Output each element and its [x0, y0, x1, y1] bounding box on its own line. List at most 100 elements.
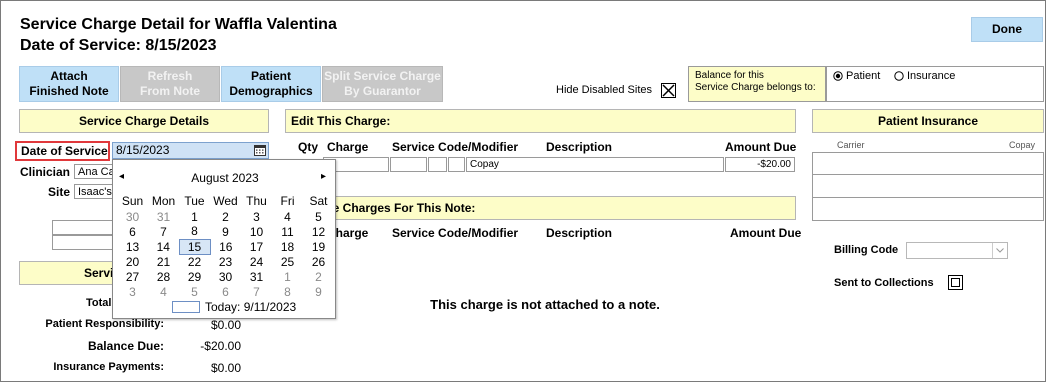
sent-to-collections-checkbox[interactable]: [948, 275, 963, 290]
note-charges-header: ce Charges For This Note:: [285, 196, 796, 220]
calendar-day[interactable]: 18: [272, 239, 303, 254]
calendar-day[interactable]: 2: [303, 269, 334, 284]
calendar-icon[interactable]: [252, 143, 267, 157]
weekday: Tue: [184, 194, 205, 208]
calendar-day[interactable]: 31: [241, 269, 272, 284]
week-row: 3 4 5 6 7 8 9: [117, 284, 334, 299]
chevron-down-icon[interactable]: [992, 243, 1007, 258]
weekday: Sun: [121, 194, 144, 208]
refresh-from-note-button[interactable]: Refresh From Note: [120, 66, 220, 102]
site-label: Site: [48, 185, 71, 199]
x-check-icon: [662, 84, 675, 97]
insurance-payments-value: $0.00: [210, 361, 241, 375]
balance-option-insurance[interactable]: Insurance: [894, 70, 955, 82]
calendar-day[interactable]: 9: [303, 284, 334, 299]
calendar-day[interactable]: 23: [210, 254, 241, 269]
calendar-day[interactable]: 11: [272, 224, 303, 239]
edit-col-charge: Charge: [327, 140, 369, 154]
done-button-label: Done: [992, 22, 1022, 36]
calendar-day-selected[interactable]: 15: [178, 238, 211, 255]
calendar-day[interactable]: 8: [272, 284, 303, 299]
weekday: Thu: [246, 194, 267, 208]
calendar-day[interactable]: 8: [179, 224, 210, 239]
calendar-day[interactable]: 4: [272, 209, 303, 224]
edit-modifier1-field[interactable]: [428, 157, 447, 172]
calendar-day[interactable]: 30: [210, 269, 241, 284]
balance-due-value: -$20.00: [200, 339, 241, 353]
edit-service-code-field[interactable]: [390, 157, 427, 172]
insurance-row-2[interactable]: [812, 175, 1044, 198]
calendar-day[interactable]: 13: [117, 239, 148, 254]
attach-label-1: Attach: [50, 69, 88, 83]
calendar-day[interactable]: 29: [179, 269, 210, 284]
calendar-day[interactable]: 30: [117, 209, 148, 224]
calendar-day[interactable]: 21: [148, 254, 179, 269]
calendar-day[interactable]: 5: [303, 209, 334, 224]
calendar-day[interactable]: 2: [210, 209, 241, 224]
calendar-day[interactable]: 7: [148, 224, 179, 239]
calendar-day[interactable]: 12: [303, 224, 334, 239]
calendar-day[interactable]: 28: [148, 269, 179, 284]
copay-label: Copay: [1009, 140, 1036, 150]
weekday: Wed: [213, 194, 238, 208]
calendar-day[interactable]: 4: [148, 284, 179, 299]
weekday: Fri: [280, 194, 295, 208]
edit-modifier2-field[interactable]: [448, 157, 465, 172]
hide-disabled-sites-checkbox[interactable]: [661, 83, 676, 98]
patient-demographics-button[interactable]: Patient Demographics: [221, 66, 321, 102]
calendar-day[interactable]: 3: [241, 209, 272, 224]
calendar-day[interactable]: 14: [148, 239, 179, 254]
calendar-day[interactable]: 24: [241, 254, 272, 269]
insurance-payments-label: Insurance Payments:: [53, 361, 164, 373]
calendar-day[interactable]: 3: [117, 284, 148, 299]
attach-label-2: Finished Note: [29, 84, 109, 98]
calendar-month-label[interactable]: August 2023: [113, 171, 337, 185]
calendar-day[interactable]: 1: [272, 269, 303, 284]
done-button[interactable]: Done: [971, 17, 1043, 42]
calendar-day[interactable]: 9: [210, 224, 241, 239]
calendar-day[interactable]: 19: [303, 239, 334, 254]
calendar-day[interactable]: 16: [210, 239, 241, 254]
calendar-day[interactable]: 26: [303, 254, 334, 269]
week-row: 6 7 8 9 10 11 12: [117, 224, 334, 239]
calendar-day[interactable]: 17: [241, 239, 272, 254]
calendar-day[interactable]: 31: [148, 209, 179, 224]
balance-option-patient[interactable]: Patient: [833, 70, 880, 82]
calendar-day[interactable]: 10: [241, 224, 272, 239]
split-service-charge-button[interactable]: Split Service Charge By Guarantor: [322, 66, 443, 102]
calendar-day[interactable]: 27: [117, 269, 148, 284]
billing-code-label: Billing Code: [834, 244, 899, 256]
insurance-row-1[interactable]: [812, 152, 1044, 175]
billing-code-select[interactable]: [906, 242, 1008, 259]
calendar-day[interactable]: 5: [179, 284, 210, 299]
details-empty-field-2[interactable]: [52, 235, 114, 250]
details-empty-field-1[interactable]: [52, 220, 114, 235]
service-charge-details-header: Service Charge Details: [19, 109, 269, 133]
calendar-day[interactable]: 20: [117, 254, 148, 269]
edit-col-description: Description: [546, 140, 613, 154]
calendar-day[interactable]: 22: [179, 254, 210, 269]
edit-charge-header: Edit This Charge:: [285, 109, 796, 133]
calendar-day[interactable]: 1: [179, 209, 210, 224]
split-label-2: By Guarantor: [344, 84, 421, 98]
checkbox-inner: [951, 278, 960, 287]
clinician-select[interactable]: Ana Ca: [74, 164, 114, 179]
edit-description-field[interactable]: Copay: [466, 157, 724, 172]
today-marker-icon: [172, 301, 200, 313]
calendar-day[interactable]: 7: [241, 284, 272, 299]
calendar-day[interactable]: 25: [272, 254, 303, 269]
hide-disabled-sites-label: Hide Disabled Sites: [556, 84, 652, 96]
edit-amount-due-field[interactable]: -$20.00: [725, 157, 795, 172]
insurance-row-3[interactable]: [812, 198, 1044, 221]
edit-col-qty: Qty: [298, 140, 319, 154]
today-link[interactable]: Today: 9/11/2023: [205, 300, 296, 314]
patient-insurance-header: Patient Insurance: [812, 109, 1044, 133]
site-select[interactable]: Isaac's: [74, 184, 114, 199]
calendar-day[interactable]: 6: [210, 284, 241, 299]
attach-finished-note-button[interactable]: Attach Finished Note: [19, 66, 119, 102]
next-month-icon[interactable]: ▸: [321, 171, 326, 182]
date-of-service-input[interactable]: 8/15/2023: [112, 142, 269, 159]
clinician-label: Clinician: [20, 165, 71, 179]
weekday: Mon: [151, 194, 176, 208]
calendar-day[interactable]: 6: [117, 224, 148, 239]
